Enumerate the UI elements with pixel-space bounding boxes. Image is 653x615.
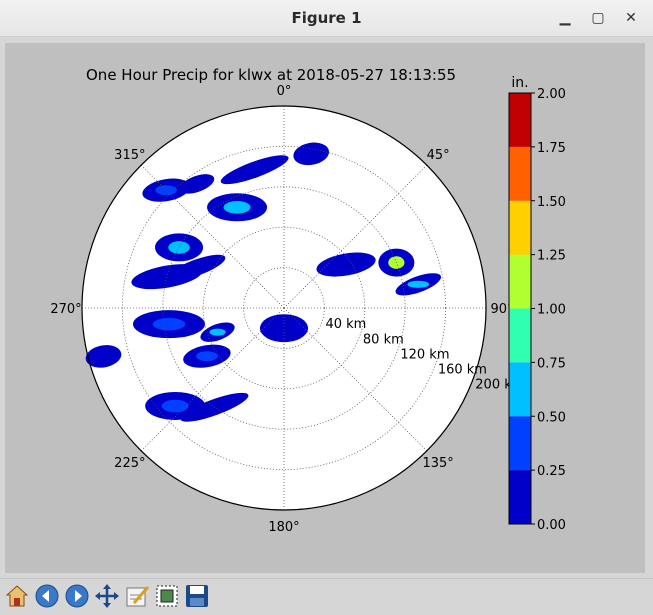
- colorbar-segment: [509, 308, 531, 363]
- colorbar-segment: [509, 362, 531, 417]
- colorbar-segment: [509, 146, 531, 201]
- configure-icon[interactable]: [124, 583, 150, 609]
- angle-tick-label: 270°: [50, 302, 81, 317]
- colorbar-tick-label: 0.25: [537, 464, 566, 479]
- colorbar-tick-label: 1.50: [537, 195, 566, 210]
- precip-core: [161, 399, 189, 413]
- colorbar-tick-label: 1.25: [537, 249, 566, 264]
- colorbar-segment: [509, 93, 531, 147]
- colorbar-segment: [509, 416, 531, 471]
- plot-title: One Hour Precip for klwx at 2018-05-27 1…: [86, 66, 457, 84]
- colorbar-tick-label: 0.50: [537, 410, 566, 425]
- angle-tick-label: 180°: [268, 520, 299, 535]
- navigation-toolbar: [0, 578, 653, 615]
- precip-core: [209, 328, 226, 336]
- angle-tick-label: 135°: [422, 456, 453, 471]
- colorbar-segment: [509, 200, 531, 255]
- radial-tick-label: 40 km: [325, 317, 366, 332]
- radial-tick-label: 80 km: [363, 332, 404, 347]
- colorbar-tick-label: 0.75: [537, 356, 566, 371]
- precip-core: [407, 280, 430, 288]
- precip-core: [152, 317, 186, 331]
- angle-tick-label: 315°: [114, 148, 145, 163]
- colorbar-segment: [509, 254, 531, 309]
- colorbar-tick-label: 1.00: [537, 303, 566, 318]
- forward-icon[interactable]: [64, 583, 90, 609]
- precip-core: [196, 351, 218, 362]
- angle-tick-label: 0°: [277, 84, 292, 99]
- radial-tick-label: 160 km: [438, 363, 487, 378]
- angle-tick-label: 45°: [427, 148, 450, 163]
- radial-tick-label: 120 km: [400, 347, 449, 362]
- home-icon[interactable]: [4, 583, 30, 609]
- zoom-icon[interactable]: [154, 583, 180, 609]
- colorbar-tick-label: 1.75: [537, 141, 566, 156]
- colorbar-tick-label: 0.00: [537, 518, 566, 533]
- angle-tick-label: 225°: [114, 456, 145, 471]
- back-icon[interactable]: [34, 583, 60, 609]
- save-icon[interactable]: [184, 583, 210, 609]
- colorbar-tick-label: 2.00: [537, 87, 566, 102]
- colorbar-unit-label: in.: [511, 75, 528, 91]
- polar-plot: 0°45°90°135°180°225°270°315°40 km80 km12…: [50, 75, 566, 535]
- precip-core: [223, 201, 251, 214]
- pan-icon[interactable]: [94, 583, 120, 609]
- colorbar-segment: [509, 470, 531, 524]
